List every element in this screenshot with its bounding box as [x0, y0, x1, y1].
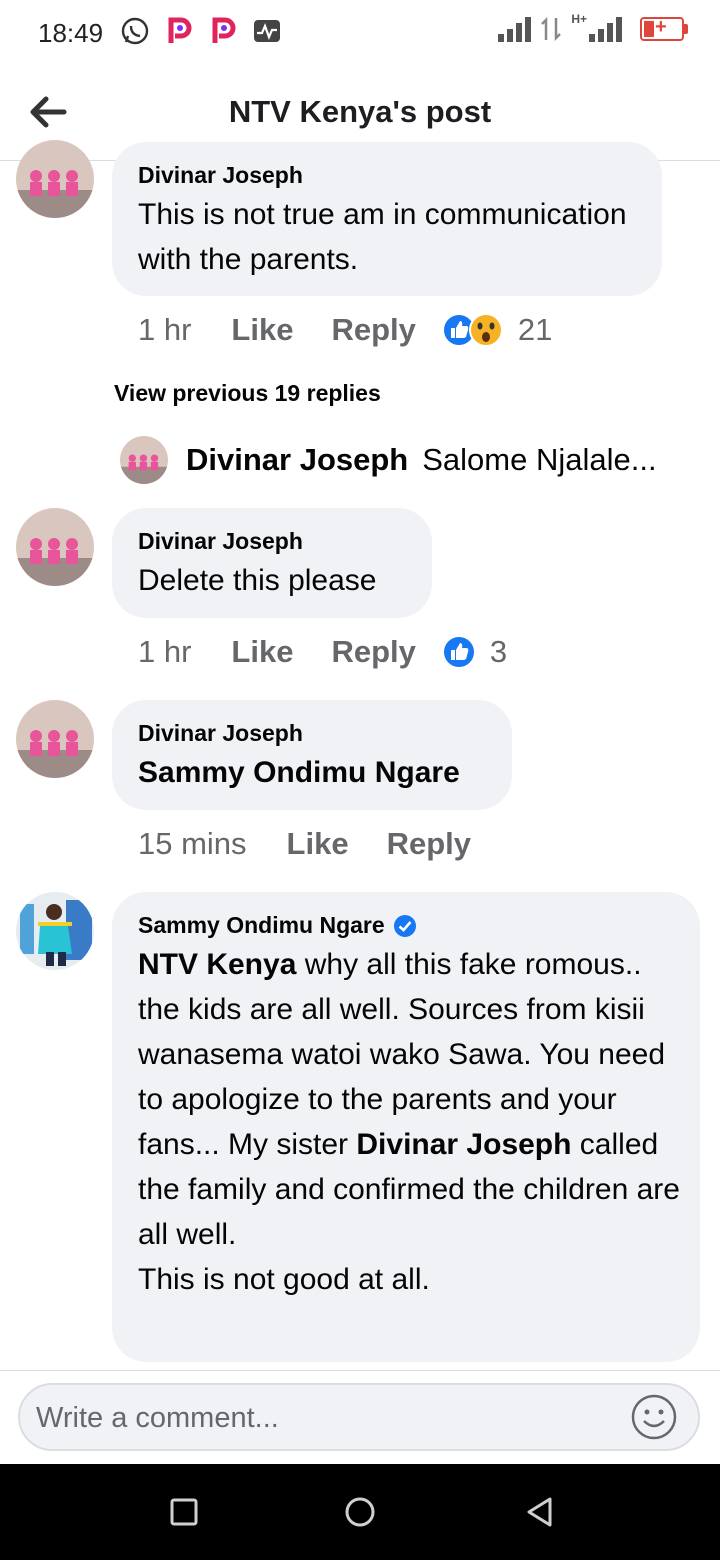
activity-icon	[252, 16, 282, 46]
comment-time: 1 hr	[138, 634, 192, 669]
avatar[interactable]	[16, 892, 94, 970]
comment-actions: 1 hr Like Reply 3	[138, 634, 507, 670]
reaction-count: 3	[489, 634, 508, 669]
status-bar: 18:49 H+ +	[0, 0, 720, 66]
avatar[interactable]	[120, 436, 168, 484]
page-title: NTV Kenya's post	[228, 94, 492, 129]
signal-icon-2	[589, 16, 622, 42]
avatar[interactable]	[16, 700, 94, 778]
comment-text-segment: This is not good at all.	[138, 1263, 430, 1296]
comment-composer	[0, 1370, 720, 1465]
home-button-icon[interactable]	[340, 1492, 380, 1532]
comment-actions: 1 hr Like Reply 21	[138, 312, 552, 348]
data-transfer-icon	[541, 16, 562, 42]
like-button[interactable]: Like	[231, 634, 293, 670]
comment-time: 1 hr	[138, 312, 192, 347]
system-navigation-bar	[0, 1464, 720, 1560]
reply-button[interactable]: Reply	[331, 312, 415, 348]
app-p-icon	[164, 16, 194, 46]
clock: 18:49	[38, 18, 104, 48]
reaction-count: 21	[517, 312, 553, 347]
comment-bubble[interactable]: Divinar Joseph This is not true am in co…	[112, 142, 662, 296]
comment-input[interactable]	[34, 1393, 618, 1443]
avatar[interactable]	[16, 508, 94, 586]
comment-author[interactable]: Divinar Joseph	[138, 528, 303, 555]
comment-time: 15 mins	[138, 826, 247, 861]
avatar[interactable]	[16, 140, 94, 218]
view-previous-replies-link[interactable]: View previous 19 replies	[114, 380, 381, 407]
comment-bubble[interactable]: Sammy Ondimu Ngare NTV Kenya why all thi…	[112, 892, 700, 1362]
comment-actions: 15 mins Like Reply	[138, 826, 509, 862]
network-type-label: H+	[571, 12, 587, 26]
comment-author[interactable]: Divinar Joseph	[138, 162, 303, 189]
like-button[interactable]: Like	[231, 312, 293, 348]
comment-author[interactable]: Divinar Joseph	[138, 720, 303, 747]
whatsapp-icon	[120, 16, 150, 46]
like-reaction-icon	[441, 635, 476, 669]
battery-icon: +	[640, 16, 688, 41]
comment-input-wrapper[interactable]	[18, 1383, 700, 1451]
verified-badge-icon	[393, 914, 416, 937]
signal-icon	[498, 16, 532, 42]
reply-author: Divinar Joseph	[186, 442, 409, 477]
mentioned-name[interactable]: Sammy Ondimu Ngare	[138, 750, 460, 795]
recents-button-icon[interactable]	[164, 1492, 204, 1532]
mention-link[interactable]: Divinar Joseph	[356, 1128, 571, 1161]
comment-bubble[interactable]: Divinar Joseph Sammy Ondimu Ngare	[112, 700, 512, 810]
reply-preview-text: Salome Njalale...	[422, 442, 657, 477]
reply-button[interactable]: Reply	[387, 826, 471, 862]
emoji-icon[interactable]	[630, 1393, 678, 1441]
back-button-icon[interactable]	[520, 1492, 560, 1532]
reply-button[interactable]: Reply	[331, 634, 415, 670]
notification-icons	[120, 16, 282, 46]
app-p-icon-2	[208, 16, 238, 46]
comment-bubble[interactable]: Divinar Joseph Delete this please	[112, 508, 432, 618]
system-indicators: H+ +	[498, 12, 688, 42]
mention-link[interactable]: NTV Kenya	[138, 948, 296, 981]
comment-text: NTV Kenya why all this fake romous.. the…	[138, 942, 686, 1302]
wow-reaction-icon	[468, 313, 503, 347]
like-button[interactable]: Like	[287, 826, 349, 862]
comment-text: This is not true am in communication wit…	[138, 198, 627, 276]
comment-author[interactable]: Sammy Ondimu Ngare	[138, 912, 385, 939]
reactions-summary[interactable]: 3	[441, 634, 508, 670]
comment-author-row: Sammy Ondimu Ngare	[138, 912, 417, 939]
inline-reply-preview[interactable]: Divinar Joseph Salome Njalale...	[120, 436, 657, 484]
reactions-summary[interactable]: 21	[441, 312, 553, 348]
comment-text: Delete this please	[138, 564, 377, 597]
